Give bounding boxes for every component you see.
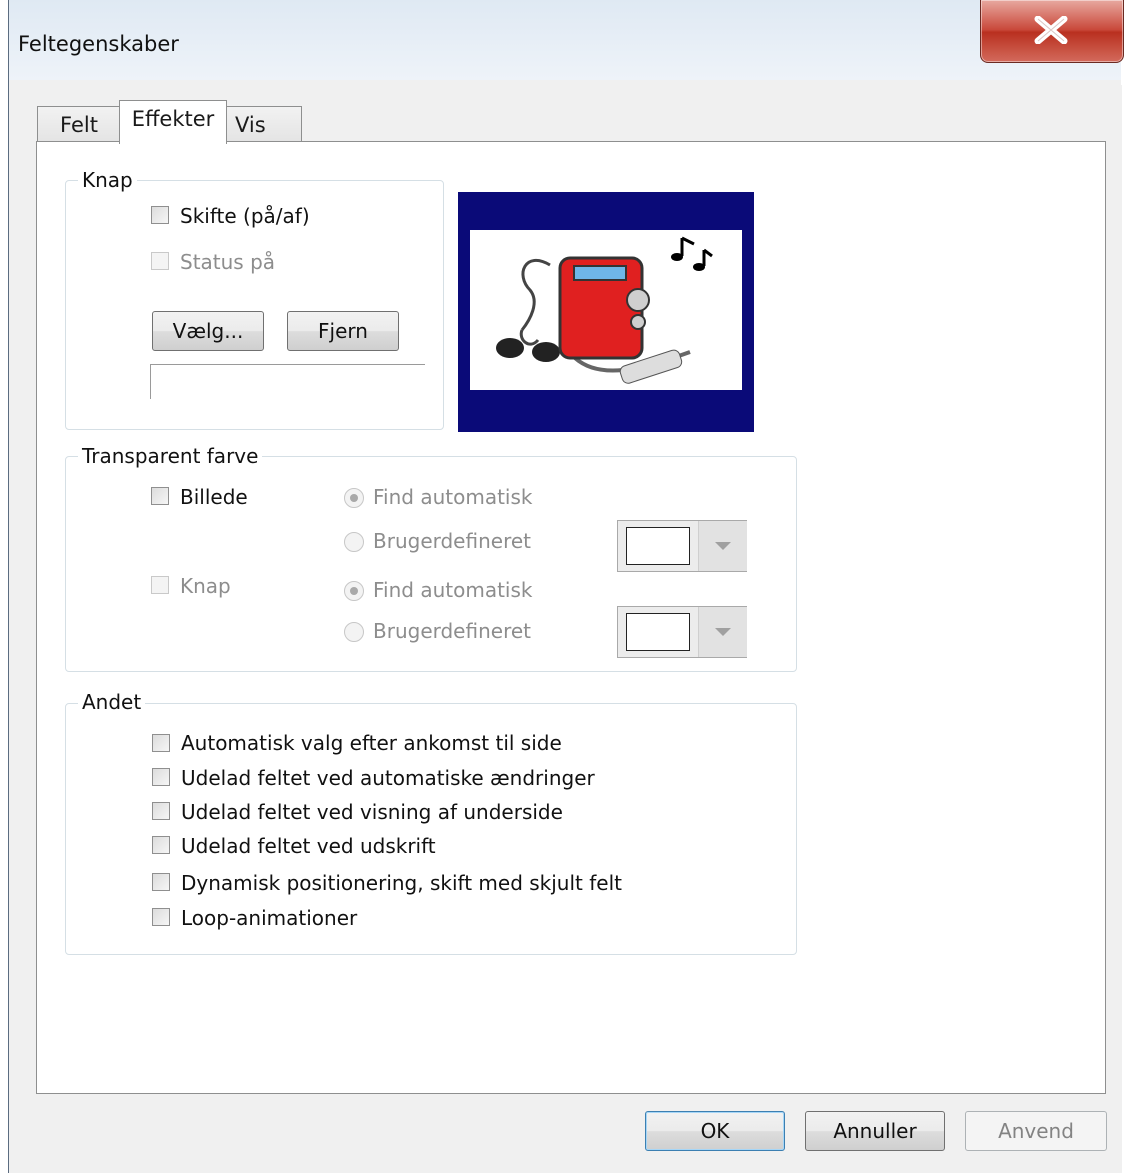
option-checkbox[interactable] bbox=[152, 908, 170, 926]
color-swatch bbox=[626, 527, 690, 565]
chevron-down-icon bbox=[715, 542, 731, 550]
choose-button[interactable]: Vælg... bbox=[152, 311, 264, 351]
billede-auto-label: Find automatisk bbox=[373, 485, 533, 509]
option-label: Udelad feltet ved visning af underside bbox=[181, 800, 563, 824]
button-image-preview bbox=[458, 192, 754, 432]
mp3-player-illustration bbox=[496, 236, 713, 384]
window-title: Feltegenskaber bbox=[18, 32, 179, 56]
cancel-button[interactable]: Annuller bbox=[805, 1111, 945, 1151]
chevron-down-icon bbox=[715, 628, 731, 636]
ok-button[interactable]: OK bbox=[645, 1111, 785, 1151]
file-path-field bbox=[150, 364, 425, 399]
knap-auto-label: Find automatisk bbox=[373, 578, 533, 602]
knap-color-picker[interactable] bbox=[617, 606, 747, 658]
option-label: Loop-animationer bbox=[181, 906, 358, 930]
knap-transparent-checkbox[interactable] bbox=[151, 576, 169, 594]
billede-checkbox[interactable] bbox=[151, 487, 169, 505]
tab-felt[interactable]: Felt bbox=[37, 106, 121, 142]
status-label: Status på bbox=[180, 250, 276, 274]
option-label: Udelad feltet ved udskrift bbox=[181, 834, 436, 858]
option-label: Udelad feltet ved automatiske ændringer bbox=[181, 766, 595, 790]
color-swatch bbox=[626, 613, 690, 651]
option-checkbox[interactable] bbox=[152, 873, 170, 891]
option-label: Dynamisk positionering, skift med skjult… bbox=[181, 871, 622, 895]
remove-button[interactable]: Fjern bbox=[287, 311, 399, 351]
toggle-label: Skifte (på/af) bbox=[180, 204, 310, 228]
tab-vis[interactable]: Vis bbox=[226, 106, 302, 142]
knap-custom-label: Brugerdefineret bbox=[373, 619, 531, 643]
billede-label: Billede bbox=[180, 485, 248, 509]
toggle-checkbox[interactable] bbox=[151, 206, 169, 224]
color-dropdown-arrow[interactable] bbox=[698, 521, 747, 571]
option-checkbox[interactable] bbox=[152, 768, 170, 786]
knap-auto-radio[interactable] bbox=[344, 581, 364, 601]
knap-group-legend: Knap bbox=[78, 168, 137, 192]
billede-color-picker[interactable] bbox=[617, 520, 747, 572]
color-dropdown-arrow[interactable] bbox=[698, 607, 747, 657]
close-icon bbox=[1034, 16, 1068, 44]
tab-label: Vis bbox=[235, 113, 266, 137]
option-label: Automatisk valg efter ankomst til side bbox=[181, 731, 562, 755]
apply-button[interactable]: Anvend bbox=[965, 1111, 1107, 1151]
close-button[interactable] bbox=[980, 0, 1124, 63]
billede-auto-radio[interactable] bbox=[344, 488, 364, 508]
option-checkbox[interactable] bbox=[152, 734, 170, 752]
billede-custom-label: Brugerdefineret bbox=[373, 529, 531, 553]
tab-effekter[interactable]: Effekter bbox=[119, 100, 227, 144]
option-checkbox[interactable] bbox=[152, 802, 170, 820]
tab-label: Effekter bbox=[131, 107, 215, 131]
billede-custom-radio[interactable] bbox=[344, 532, 364, 552]
knap-transparent-label: Knap bbox=[180, 574, 231, 598]
preview-image-area bbox=[470, 230, 742, 390]
status-checkbox[interactable] bbox=[151, 252, 169, 270]
transparent-group-legend: Transparent farve bbox=[78, 444, 263, 468]
andet-group-legend: Andet bbox=[78, 690, 146, 714]
option-checkbox[interactable] bbox=[152, 836, 170, 854]
knap-custom-radio[interactable] bbox=[344, 622, 364, 642]
tab-label: Felt bbox=[60, 113, 98, 137]
